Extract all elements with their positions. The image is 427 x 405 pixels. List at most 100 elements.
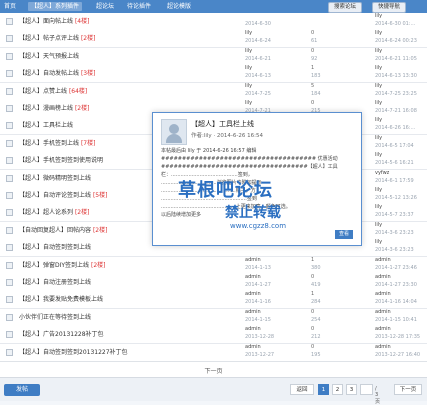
thread-title-text[interactable]: 【超人】自动签到签到上线 [19,244,91,251]
thread-title-text[interactable]: 【超人】自动发帖上线 [19,70,79,77]
table-row[interactable]: 【超人】我要发贴免费模板上线 admin 2014-1-16 1 284 admin 201… [0,291,427,310]
thread-author[interactable]: lily [245,65,252,72]
thread-author[interactable]: lily [245,100,252,107]
thread-title-text[interactable]: 【超人】点赞上线 [19,88,67,95]
popup-title[interactable]: 【超人】工具栏上线 [191,119,254,129]
next-page-label[interactable]: 下一页 [0,366,427,375]
nav-superman-plugins[interactable]: 【超人】系列插件 [28,2,83,11]
thread-title-text[interactable]: 【超人】天气预报上线 [19,53,79,60]
thread-title-text[interactable]: 【超人】自动注册签到上线 [19,279,91,286]
thread-author[interactable]: admin [245,291,261,298]
page-2[interactable]: 2 [332,384,343,395]
thread-author[interactable]: lily [245,30,252,37]
thread-title-text[interactable]: 【超人】手机签到上线 [19,140,79,147]
table-row[interactable]: 小伙伴们正在等待签到上线 admin 2014-1-15 0 254 admin 2014-… [0,308,427,327]
last-poster[interactable]: admin [375,274,391,281]
last-poster[interactable]: admin [375,309,391,316]
thread-title[interactable]: 【超人】帖子点评上线 [2楼] [19,34,95,43]
post-button[interactable]: 发帖 [4,384,40,396]
thread-title[interactable]: 【超人】我要发贴免费模板上线 [19,295,103,304]
thread-title[interactable]: 【超人】点赞上线 [64楼] [19,87,87,96]
thread-author[interactable]: admin [245,326,261,333]
last-poster[interactable]: lily [375,13,382,20]
thread-title[interactable]: 【超人】面向帖上线 [4楼] [19,17,89,26]
thread-author[interactable]: admin [245,274,261,281]
last-poster[interactable]: lily [375,65,382,72]
thread-title[interactable]: 【超人】自动签到签到20131227补丁包 [19,348,128,357]
thread-title-text[interactable]: 【超人】手机签到签到使用说明 [19,157,103,164]
thread-title[interactable]: 【超人】天气预报上线 [19,52,79,61]
last-poster[interactable]: admin [375,344,391,351]
thread-title-text[interactable]: 【超人】广告20131228补丁包 [19,331,104,338]
last-poster[interactable]: lily [375,117,382,124]
nav-plugins[interactable]: 待论插件 [127,2,151,11]
thread-author[interactable]: admin [245,257,261,264]
last-poster[interactable]: lily [375,239,382,246]
thread-title[interactable]: 【超人】自动签到签到上线 [19,243,91,252]
thread-title[interactable]: 【超人】超人论系列 [2楼] [19,208,89,217]
thread-title[interactable]: 【超人】自动发帖上线 [3楼] [19,69,95,78]
thread-title[interactable]: 【超人】漫画榜上线 [2楼] [19,104,89,113]
table-row[interactable]: 【超人】面向帖上线 [4楼] 2014-6-30 lily 2014-6-30 01:… [0,13,427,31]
page-1[interactable]: 1 [318,384,329,395]
thread-title-text[interactable]: 【超人】面向帖上线 [19,18,73,25]
table-row[interactable]: 【超人】自动签到签到20131227补丁包 admin 2013-12-27 0 195… [0,343,427,362]
page-3[interactable]: 3 [346,384,357,395]
table-row[interactable]: 【超人】天气预报上线 lily 2014-6-21 0 92 lily 2014-6-21 … [0,47,427,66]
last-poster[interactable]: vyfwz [375,170,389,177]
quick-nav-button[interactable]: 快捷导航 [372,2,407,13]
thread-title[interactable]: 【自动回复超人】回帖内容 [2楼] [19,226,107,235]
last-poster[interactable]: lily [375,30,382,37]
nav-forum[interactable]: 超论坛 [96,2,114,11]
thread-title-text[interactable]: 【超人】我要发贴免费模板上线 [19,296,103,303]
last-poster[interactable]: lily [375,152,382,159]
last-poster[interactable]: lily [375,204,382,211]
thread-title-text[interactable]: 【超人】自动签到签到20131227补丁包 [19,349,128,356]
table-row[interactable]: 【超人】广告20131228补丁包 admin 2013-12-28 0 212 admi… [0,326,427,345]
thread-title[interactable]: 小伙伴们正在等待签到上线 [19,313,91,322]
thread-title[interactable]: 【超人】自动评论签到上线 [5楼] [19,191,107,200]
thread-author[interactable]: admin [245,309,261,316]
table-row[interactable]: 【超人】帖子点评上线 [2楼] lily 2014-6-24 0 61 lily 2014-… [0,30,427,49]
page-input[interactable] [360,384,373,395]
thread-title-text[interactable]: 【超人】弹窗DIY签到上线 [19,262,89,269]
nav-templates[interactable]: 超论模版 [167,2,191,11]
thread-title-text[interactable]: 【超人】微码精明签到上线 [19,175,91,182]
last-poster[interactable]: lily [375,83,382,90]
thread-title[interactable]: 【超人】手机签到签到使用说明 [19,156,103,165]
last-poster[interactable]: lily [375,48,382,55]
last-poster[interactable]: admin [375,291,391,298]
thread-title-text[interactable]: 【超人】超人论系列 [19,209,73,216]
thread-author[interactable]: admin [245,344,261,351]
thread-title[interactable]: 【超人】微码精明签到上线 [19,174,91,183]
thread-title[interactable]: 【超人】手机签到上线 [7楼] [19,139,95,148]
search-forum-button[interactable]: 搜索论坛 [328,2,363,13]
thread-title-text[interactable]: 小伙伴们正在等待签到上线 [19,314,91,321]
thread-title[interactable]: 【超人】自动注册签到上线 [19,278,91,287]
back-button[interactable]: 返回 [290,384,314,395]
thread-title-text[interactable]: 【超人】帖子点评上线 [19,35,79,42]
thread-title[interactable]: 【超人】广告20131228补丁包 [19,330,104,339]
table-row[interactable]: 【超人】自动注册签到上线 admin 2014-1-27 0 419 admin 2014-… [0,274,427,292]
thread-author[interactable]: lily [245,83,252,90]
last-poster[interactable]: lily [375,187,382,194]
thread-title-text[interactable]: 【超人】自动评论签到上线 [19,192,91,199]
next-page-bar[interactable]: 下一页 [0,361,427,378]
thread-title[interactable]: 【超人】工具栏上线 [19,121,73,130]
last-poster[interactable]: admin [375,257,391,264]
last-poster[interactable]: lily [375,100,382,107]
thread-title-text[interactable]: 【超人】漫画榜上线 [19,105,73,112]
table-row[interactable]: 【超人】弹窗DIY签到上线 [2楼] admin 2014-1-13 1 380 admi… [0,256,427,275]
nav-home[interactable]: 首页 [4,2,16,11]
thread-author[interactable]: lily [245,48,252,55]
last-poster[interactable]: lily [375,135,382,142]
last-poster[interactable]: lily [375,222,382,229]
thread-title[interactable]: 【超人】弹窗DIY签到上线 [2楼] [19,261,105,270]
thread-title-text[interactable]: 【自动回复超人】回帖内容 [19,227,91,234]
view-button[interactable]: 查看 [335,230,353,239]
next-page-button[interactable]: 下一页 [394,384,422,395]
table-row[interactable]: 【超人】自动发帖上线 [3楼] lily 2014-6-13 1 183 lily 2014… [0,65,427,84]
thread-title-text[interactable]: 【超人】工具栏上线 [19,122,73,129]
table-row[interactable]: 【超人】点赞上线 [64楼] lily 2014-7-25 5 184 lily 2014-… [0,82,427,101]
last-poster[interactable]: admin [375,326,391,333]
